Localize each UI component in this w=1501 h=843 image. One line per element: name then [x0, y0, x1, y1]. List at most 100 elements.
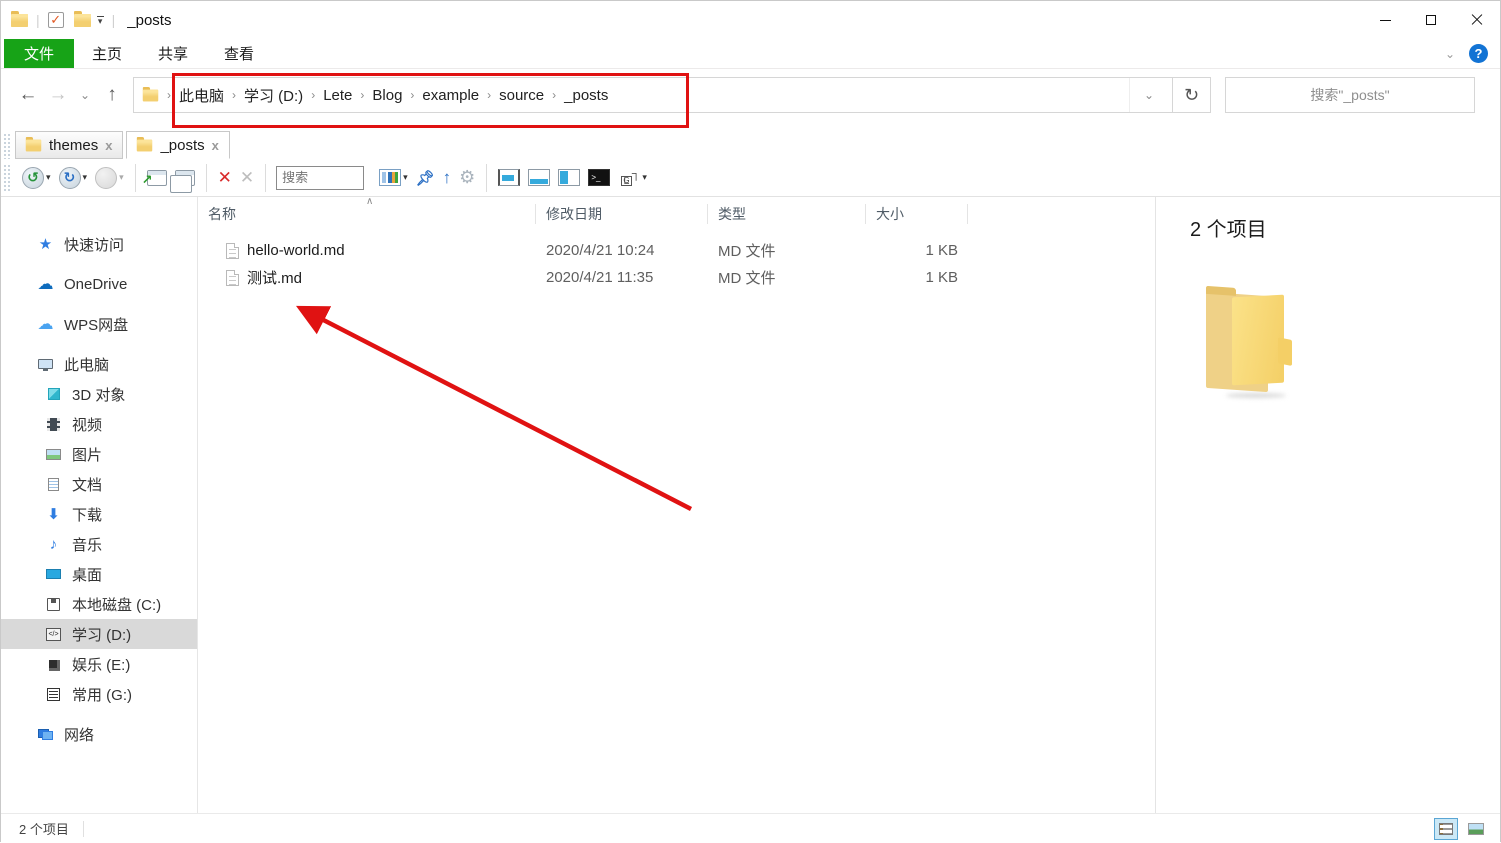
md-file-icon [226, 270, 239, 286]
command-prompt-button[interactable]: >_ [587, 165, 611, 191]
details-view-button[interactable] [1434, 818, 1458, 840]
breadcrumb-lete[interactable]: Lete [323, 87, 352, 104]
quick-access-folder-icon[interactable] [74, 14, 91, 27]
clone-tab-button[interactable] [174, 165, 196, 191]
close-other-tabs-button[interactable]: ✕ [217, 165, 233, 191]
quick-access-apply-icon[interactable]: ✓ [48, 12, 64, 28]
new-window-icon: ↗ [147, 170, 167, 186]
history-caret-icon[interactable]: ⌄ [73, 88, 97, 102]
sidebar-item-drive-e[interactable]: 娱乐 (E:) [1, 649, 197, 679]
breadcrumb-blog[interactable]: Blog [372, 87, 402, 104]
sidebar-item-onedrive[interactable]: ☁OneDrive [1, 269, 197, 299]
tab-posts-close-icon[interactable]: x [212, 138, 219, 153]
film-icon [45, 418, 62, 431]
ribbon-collapse-icon[interactable]: ⌄ [1445, 47, 1455, 61]
desktop-icon [45, 569, 62, 579]
main-area: ★快速访问 ☁OneDrive ☁WPS网盘 此电脑 3D 对象 视频 图片 文… [1, 197, 1500, 813]
options-button[interactable]: ⚙ [458, 165, 476, 191]
quick-access-toolbar-caret-icon[interactable]: ▾ [97, 16, 104, 24]
group-button[interactable]: G▾ [617, 165, 648, 191]
tab-home[interactable]: 主页 [74, 39, 140, 68]
sidebar-item-drive-c[interactable]: 本地磁盘 (C:) [1, 589, 197, 619]
quick-access-star-icon: ★ [37, 235, 54, 253]
thumbnail-view-icon [1468, 823, 1484, 835]
tab-themes[interactable]: themes x [15, 131, 123, 159]
sidebar-item-this-pc[interactable]: 此电脑 [1, 349, 197, 379]
sidebar-item-drive-d[interactable]: </>学习 (D:) [1, 619, 197, 649]
sidebar-item-drive-g[interactable]: 常用 (G:) [1, 679, 197, 709]
breadcrumb-drive-d[interactable]: 学习 (D:) [244, 85, 303, 106]
tab-posts[interactable]: _posts x [126, 131, 229, 159]
md-file-icon [226, 243, 239, 259]
close-other-tabs-icon: ✕ [218, 168, 232, 188]
column-header-name[interactable]: 名称 [198, 204, 536, 224]
left-pane-button[interactable] [557, 165, 581, 191]
refresh-icon[interactable]: ↻ [1173, 77, 1211, 113]
file-row-ceshi[interactable]: 测试.md 2020/4/21 11:35 MD 文件 1 KB [198, 264, 1155, 291]
folder-icon [26, 139, 41, 151]
breadcrumb-source[interactable]: source [499, 87, 544, 104]
go-up-button[interactable]: ↑ [442, 165, 453, 191]
maximize-button[interactable] [1408, 1, 1454, 39]
toolbar-search-input[interactable] [276, 166, 364, 190]
sidebar-item-network[interactable]: 网络 [1, 719, 197, 749]
qttabbar-tab-bar: themes x _posts x [1, 121, 1500, 159]
sidebar-item-pictures[interactable]: 图片 [1, 439, 197, 469]
tab-themes-close-icon[interactable]: x [105, 138, 112, 153]
sidebar-item-music[interactable]: ♪音乐 [1, 529, 197, 559]
toolbar-layout-button[interactable] [497, 165, 521, 191]
tabbar-drag-handle[interactable] [3, 133, 11, 159]
breadcrumb-this-pc[interactable]: 此电脑 [179, 85, 224, 106]
toolbar-layout-icon [498, 169, 520, 186]
recently-closed-button[interactable]: ▾ [94, 165, 125, 191]
sidebar-item-quick-access[interactable]: ★快速访问 [1, 229, 197, 259]
breadcrumb-example[interactable]: example [422, 87, 479, 104]
history-back-icon: ↺ [22, 167, 44, 189]
search-box[interactable]: 搜索"_posts" [1225, 77, 1475, 113]
close-button[interactable] [1454, 1, 1500, 39]
tab-share[interactable]: 共享 [140, 39, 206, 68]
up-arrow-icon: ↑ [443, 168, 452, 188]
sidebar-item-downloads[interactable]: ⬇下载 [1, 499, 197, 529]
picture-icon [45, 449, 62, 460]
clone-tab-icon [175, 170, 195, 186]
column-header-type[interactable]: 类型 [708, 204, 866, 224]
breadcrumb-posts[interactable]: _posts [564, 87, 608, 104]
history-back-button[interactable]: ↺▾ [21, 165, 52, 191]
group-icon: G [618, 168, 640, 188]
navigation-bar: ← → ⌄ ↑ › 此电脑 › 学习 (D:) › Lete › Blog › … [1, 69, 1500, 121]
navigation-pane: ★快速访问 ☁OneDrive ☁WPS网盘 此电脑 3D 对象 视频 图片 文… [1, 197, 198, 813]
pin-button[interactable]: 📌︎ [415, 165, 436, 191]
back-icon[interactable]: ← [13, 84, 43, 106]
onedrive-cloud-icon: ☁ [37, 274, 54, 294]
minimize-button[interactable] [1362, 1, 1408, 39]
address-bar[interactable]: › 此电脑 › 学习 (D:) › Lete › Blog › example … [133, 77, 1173, 113]
search-placeholder: 搜索"_posts" [1310, 85, 1389, 105]
sidebar-item-wps[interactable]: ☁WPS网盘 [1, 309, 197, 339]
sidebar-item-desktop[interactable]: 桌面 [1, 559, 197, 589]
document-icon [45, 478, 62, 491]
history-forward-button[interactable]: ↻▾ [58, 165, 89, 191]
left-pane-icon [558, 169, 580, 186]
window-title: _posts [127, 12, 171, 29]
sidebar-item-documents[interactable]: 文档 [1, 469, 197, 499]
drive-g-icon [45, 688, 62, 701]
help-button[interactable]: ? [1469, 44, 1488, 63]
network-icon [37, 729, 54, 740]
address-dropdown-icon[interactable]: ⌄ [1129, 78, 1168, 112]
sort-ascending-icon: ∧ [366, 196, 373, 207]
column-header-size[interactable]: 大小 [866, 204, 968, 224]
thumbnail-view-button[interactable] [1464, 818, 1488, 840]
drive-c-icon [45, 598, 62, 611]
file-row-hello-world[interactable]: hello-world.md 2020/4/21 10:24 MD 文件 1 K… [198, 237, 1155, 264]
view-mode-button[interactable]: ▾ [378, 165, 409, 191]
new-window-button[interactable]: ↗ [146, 165, 168, 191]
sidebar-item-videos[interactable]: 视频 [1, 409, 197, 439]
tab-file[interactable]: 文件 [4, 39, 74, 68]
sidebar-item-3d-objects[interactable]: 3D 对象 [1, 379, 197, 409]
column-header-date[interactable]: 修改日期 [536, 204, 708, 224]
bottom-pane-button[interactable] [527, 165, 551, 191]
up-icon[interactable]: ↑ [97, 84, 127, 106]
toolbar-drag-handle[interactable] [3, 164, 11, 192]
tab-view[interactable]: 查看 [206, 39, 272, 68]
